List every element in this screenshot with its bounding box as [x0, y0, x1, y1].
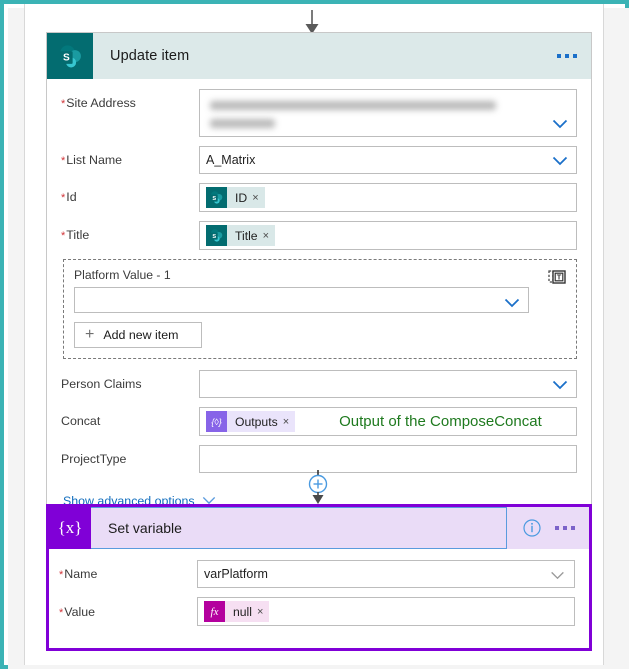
token-chip-outputs[interactable]: {◊} Outputs ×: [206, 411, 296, 432]
ellipsis-icon[interactable]: [555, 526, 575, 530]
chevron-down-icon[interactable]: [552, 379, 568, 390]
field-row-concat: Concat {◊} Outputs × Output of the Compo…: [61, 407, 577, 436]
platform-value-array-group: Platform Value - 1 T + Add new item: [63, 259, 577, 359]
platform-value-input[interactable]: [74, 287, 529, 313]
field-row-value: *Value fx null ×: [59, 597, 575, 626]
set-variable-body: *Name varPlatform *Value fx null ×: [49, 549, 589, 648]
outputs-icon: {◊}: [206, 411, 227, 432]
field-row-list-name: *List Name A_Matrix: [61, 146, 577, 174]
label-person-claims: Person Claims: [61, 377, 142, 391]
field-row-id: *Id S ID ×: [61, 183, 577, 212]
update-item-title: Update item: [110, 48, 190, 64]
svg-text:S: S: [62, 52, 69, 63]
label-site-address: *Site Address: [61, 96, 136, 110]
update-item-header[interactable]: S Update item: [47, 33, 591, 79]
sharepoint-icon: S: [47, 33, 93, 79]
sharepoint-icon: S: [206, 187, 227, 208]
list-name-value: A_Matrix: [206, 153, 256, 167]
chevron-down-icon[interactable]: [550, 569, 566, 580]
label-id: *Id: [61, 190, 77, 204]
set-variable-header-actions: [507, 519, 589, 537]
label-name: *Name: [59, 567, 98, 581]
required-asterisk: *: [59, 569, 64, 581]
remove-token-icon[interactable]: ×: [263, 230, 269, 242]
field-row-person-claims: Person Claims: [61, 370, 577, 398]
svg-text:S: S: [212, 196, 216, 202]
variable-name-value: varPlatform: [204, 567, 268, 581]
token-chip-null[interactable]: fx null ×: [204, 601, 270, 622]
redacted-text: [210, 101, 496, 110]
token-chip-content: ID ×: [227, 187, 265, 208]
field-row-title: *Title S Title ×: [61, 221, 577, 250]
platform-value-label: Platform Value - 1: [74, 268, 171, 282]
update-item-card[interactable]: S Update item *Site Address *List Name A…: [46, 32, 592, 529]
chevron-down-icon[interactable]: [552, 155, 568, 166]
required-asterisk: *: [59, 606, 64, 619]
required-asterisk: *: [61, 155, 66, 167]
update-item-body: *Site Address *List Name A_Matrix *Id S …: [47, 79, 591, 528]
variable-name-input[interactable]: varPlatform: [197, 560, 575, 588]
label-concat: Concat: [61, 414, 101, 428]
concat-annotation: Output of the ComposeConcat: [339, 413, 542, 430]
person-claims-input[interactable]: [199, 370, 577, 398]
id-input[interactable]: S ID ×: [199, 183, 577, 212]
svg-text:T: T: [557, 273, 562, 282]
title-input[interactable]: S Title ×: [199, 221, 577, 250]
braces-x-icon: {x}: [49, 507, 91, 549]
concat-input[interactable]: {◊} Outputs × Output of the ComposeConca…: [199, 407, 577, 436]
fx-icon: fx: [204, 601, 225, 622]
screenshot-frame: S Update item *Site Address *List Name A…: [0, 0, 629, 669]
svg-text:S: S: [212, 234, 216, 240]
chevron-down-icon[interactable]: [504, 295, 520, 308]
project-type-input[interactable]: [199, 445, 577, 473]
arrow-down-icon: [300, 10, 324, 34]
field-row-name: *Name varPlatform: [59, 560, 575, 588]
set-variable-header-inner: Set variable: [91, 507, 507, 549]
trash-icon[interactable]: T: [548, 267, 568, 287]
required-asterisk: *: [61, 98, 66, 110]
label-project-type: ProjectType: [61, 452, 127, 466]
set-variable-title: Set variable: [108, 520, 182, 536]
site-address-input[interactable]: [199, 89, 577, 137]
remove-token-icon[interactable]: ×: [283, 416, 289, 428]
token-chip-content: null ×: [225, 601, 270, 622]
required-asterisk: *: [61, 230, 66, 242]
variable-value-input[interactable]: fx null ×: [197, 597, 575, 626]
remove-token-icon[interactable]: ×: [252, 192, 258, 204]
sharepoint-icon: S: [206, 225, 227, 246]
token-label: Outputs: [235, 414, 278, 429]
info-icon[interactable]: [523, 519, 541, 537]
remove-token-icon[interactable]: ×: [257, 606, 263, 618]
ellipsis-icon[interactable]: [557, 54, 577, 58]
required-asterisk: *: [61, 192, 66, 204]
token-chip-content: Outputs ×: [227, 411, 296, 432]
token-chip-id[interactable]: S ID ×: [206, 187, 265, 208]
label-title: *Title: [61, 228, 90, 242]
add-new-item-button[interactable]: + Add new item: [74, 322, 202, 348]
plus-icon: +: [85, 326, 95, 343]
token-chip-title[interactable]: S Title ×: [206, 225, 276, 246]
token-label: null: [233, 604, 252, 619]
field-row-project-type: ProjectType: [61, 445, 577, 473]
set-variable-card[interactable]: {x} Set variable *Name varPlatform *Valu…: [46, 504, 592, 651]
token-label: Title: [235, 228, 258, 243]
chevron-down-icon[interactable]: [552, 118, 568, 129]
label-list-name: *List Name: [61, 153, 123, 167]
set-variable-header[interactable]: {x} Set variable: [49, 507, 589, 549]
redacted-text: [210, 119, 275, 128]
field-row-site-address: *Site Address: [61, 89, 577, 137]
add-new-item-label: Add new item: [103, 328, 179, 342]
token-label: ID: [235, 190, 248, 205]
list-name-input[interactable]: A_Matrix: [199, 146, 577, 174]
token-chip-content: Title ×: [227, 225, 276, 246]
label-value: *Value: [59, 604, 96, 619]
flow-connector: [4, 470, 629, 504]
